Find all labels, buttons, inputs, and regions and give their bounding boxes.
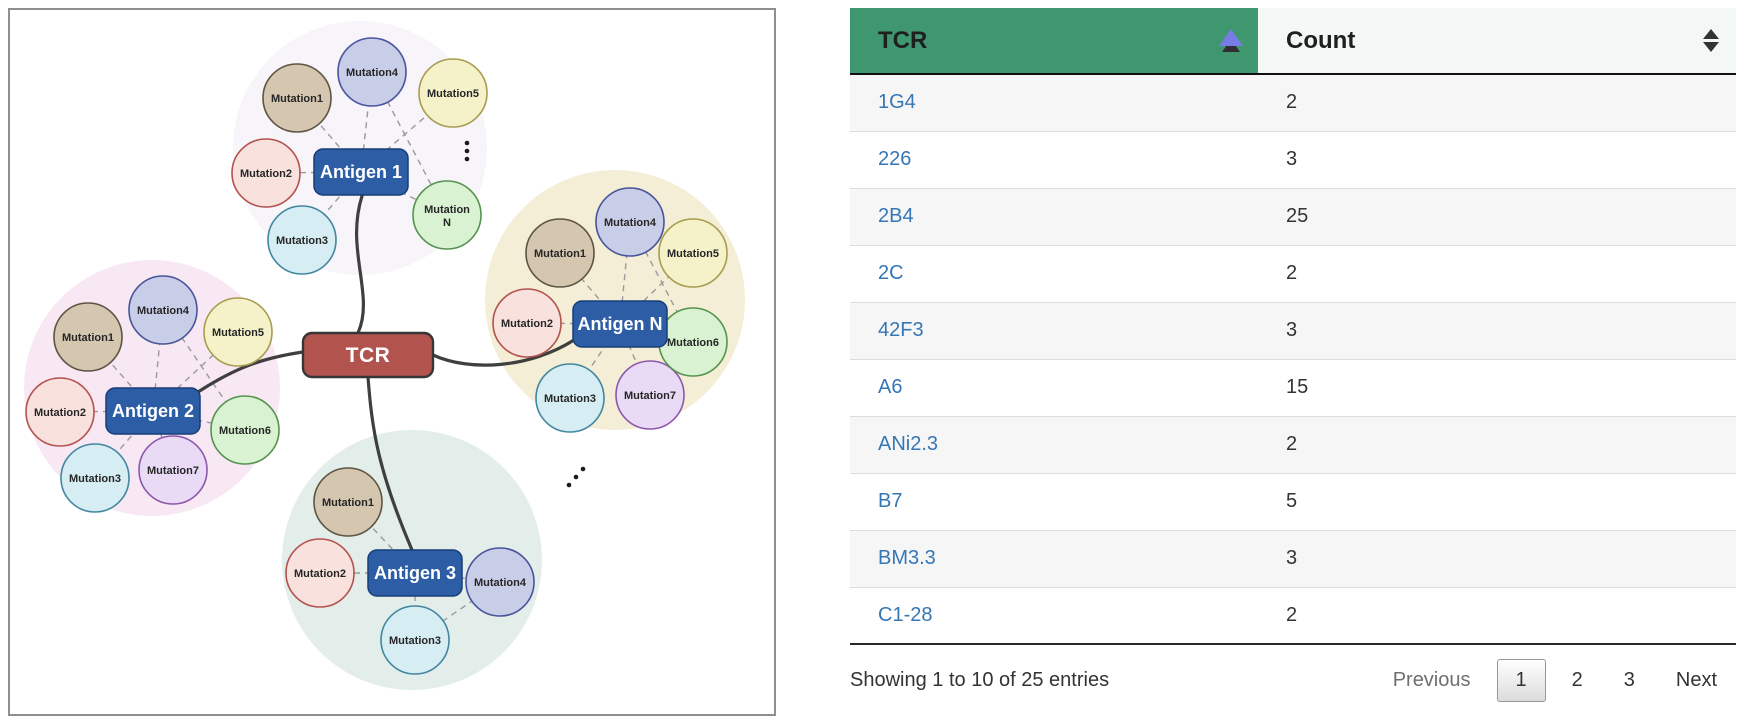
- count-cell: 25: [1258, 188, 1736, 245]
- mutation-node-label: Mutation3: [544, 393, 596, 405]
- table-row: ANi2.3 2: [850, 416, 1736, 473]
- tcr-cell: 42F3: [850, 302, 1258, 359]
- tcr-table-panel: TCR Count 1G4222632B4252C242F33A615ANi2.…: [850, 8, 1736, 702]
- column-header-tcr-label: TCR: [878, 27, 927, 54]
- table-row: A6 15: [850, 359, 1736, 416]
- table-footer: Showing 1 to 10 of 25 entries Previous 1…: [850, 659, 1736, 702]
- tcr-link[interactable]: B7: [878, 490, 902, 512]
- mutation-node-label: Mutation1: [534, 248, 586, 260]
- mutation-node-label: Mutation7: [624, 390, 676, 402]
- pagination-page-1[interactable]: 1: [1497, 659, 1546, 702]
- count-cell: 2: [1258, 245, 1736, 302]
- tcr-cell: 2C: [850, 245, 1258, 302]
- tcr-link[interactable]: BM3.3: [878, 547, 936, 569]
- antigen-2-node-label: Antigen 2: [112, 401, 194, 421]
- antigen-1-node-label: Antigen 1: [320, 162, 402, 182]
- mutation-node-label: Mutation4: [346, 67, 399, 79]
- mutation-node-label: Mutation4: [474, 577, 527, 589]
- mutation-node-label: Mutation2: [240, 168, 292, 180]
- mutation-node-label: Mutation5: [427, 88, 479, 100]
- tcr-link[interactable]: 42F3: [878, 319, 924, 341]
- table-row: 2B4 25: [850, 188, 1736, 245]
- table-info: Showing 1 to 10 of 25 entries: [850, 669, 1109, 692]
- count-cell: 2: [1258, 74, 1736, 131]
- tcr-cell: C1-28: [850, 587, 1258, 644]
- count-cell: 3: [1258, 131, 1736, 188]
- mutation-node-label: Mutation1: [271, 93, 323, 105]
- mutation-node-label: Mutation5: [667, 248, 719, 260]
- sort-both-icon: [1700, 28, 1722, 54]
- tcr-link[interactable]: C1-28: [878, 604, 932, 626]
- mutation-node-label: Mutation2: [34, 407, 86, 419]
- diagonal-ellipsis: [567, 467, 586, 488]
- mutation-node-label: Mutation1: [62, 332, 114, 344]
- column-header-count[interactable]: Count: [1258, 8, 1736, 74]
- mutation-node-label: Mutation5: [212, 327, 264, 339]
- tcr-cell: BM3.3: [850, 530, 1258, 587]
- table-row: 42F3 3: [850, 302, 1736, 359]
- sort-ascending-icon: [1218, 27, 1244, 55]
- tcr-antigen-diagram-panel: Mutation1 Mutation4 Mutation5 Mutation2 Muta…: [8, 8, 776, 716]
- vertical-ellipsis: [465, 141, 470, 162]
- table-row: 1G4 2: [850, 74, 1736, 131]
- tcr-antigen-network-diagram: Mutation1 Mutation4 Mutation5 Mutation2 Muta…: [10, 10, 774, 714]
- mutation-node-label: Mutation4: [604, 217, 657, 229]
- table-row: BM3.3 3: [850, 530, 1736, 587]
- table-row: C1-28 2: [850, 587, 1736, 644]
- tcr-cell: 2B4: [850, 188, 1258, 245]
- tcr-link[interactable]: 2C: [878, 262, 904, 284]
- antigen-3-node-label: Antigen 3: [374, 563, 456, 583]
- pagination-page-3[interactable]: 3: [1609, 659, 1650, 702]
- mutation-node-label: Mutation4: [137, 305, 190, 317]
- mutation-node-label: Mutation3: [276, 235, 328, 247]
- pagination-page-2[interactable]: 2: [1557, 659, 1598, 702]
- table-row: B7 5: [850, 473, 1736, 530]
- tcr-link[interactable]: 1G4: [878, 91, 916, 113]
- count-cell: 15: [1258, 359, 1736, 416]
- tcr-cell: A6: [850, 359, 1258, 416]
- mutation-node-label: Mutation2: [294, 568, 346, 580]
- antigen-n-node-label: Antigen N: [578, 314, 663, 334]
- tcr-cell: B7: [850, 473, 1258, 530]
- tcr-link[interactable]: 226: [878, 148, 911, 170]
- mutation-node-label: Mutation6: [219, 425, 271, 437]
- count-cell: 5: [1258, 473, 1736, 530]
- count-cell: 2: [1258, 587, 1736, 644]
- tcr-node-label: TCR: [346, 344, 391, 367]
- table-header-row: TCR Count: [850, 8, 1736, 74]
- tcr-cell: 226: [850, 131, 1258, 188]
- mutation-node-label: Mutation3: [389, 635, 441, 647]
- tcr-link[interactable]: ANi2.3: [878, 433, 938, 455]
- tcr-link[interactable]: 2B4: [878, 205, 914, 227]
- pagination-previous[interactable]: Previous: [1378, 659, 1486, 702]
- count-cell: 3: [1258, 302, 1736, 359]
- pagination-next[interactable]: Next: [1661, 659, 1732, 702]
- mutation-node-label: Mutation2: [501, 318, 553, 330]
- mutation-node-label: Mutation7: [147, 465, 199, 477]
- table-row: 226 3: [850, 131, 1736, 188]
- tcr-cell: ANi2.3: [850, 416, 1258, 473]
- table-row: 2C 2: [850, 245, 1736, 302]
- pagination: Previous 123 Next: [1378, 659, 1736, 702]
- tcr-count-table: TCR Count 1G4222632B4252C242F33A615ANi2.…: [850, 8, 1736, 645]
- count-cell: 2: [1258, 416, 1736, 473]
- tcr-link[interactable]: A6: [878, 376, 902, 398]
- count-cell: 3: [1258, 530, 1736, 587]
- mutation-node-label: Mutation3: [69, 473, 121, 485]
- column-header-tcr[interactable]: TCR: [850, 8, 1258, 74]
- mutation-node-label: Mutation6: [667, 337, 719, 349]
- tcr-cell: 1G4: [850, 74, 1258, 131]
- column-header-count-label: Count: [1286, 27, 1355, 54]
- mutation-node-label: Mutation1: [322, 497, 374, 509]
